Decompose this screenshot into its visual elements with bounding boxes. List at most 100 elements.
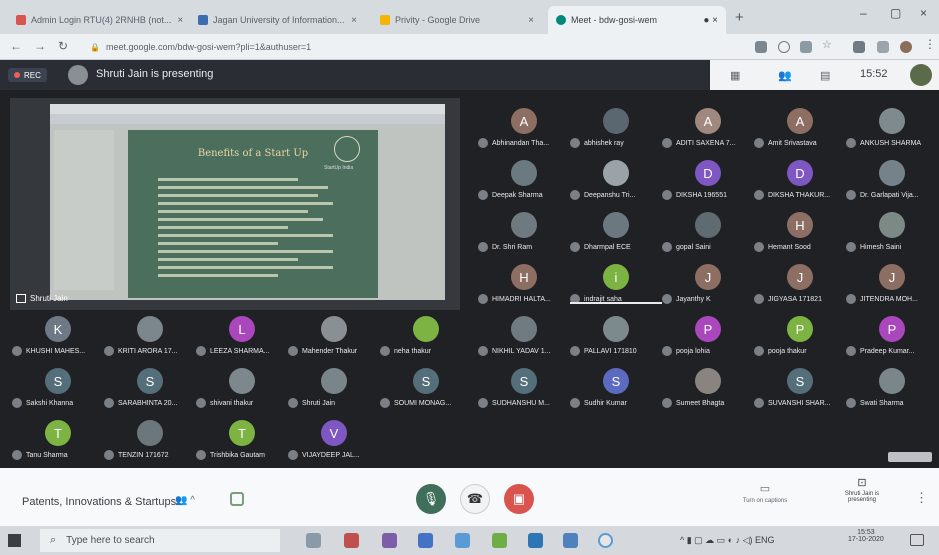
participant-tile[interactable]: Deepanshu Tri... — [570, 156, 662, 206]
star-icon[interactable]: ☆ — [822, 38, 834, 51]
reload-icon[interactable]: ↻ — [58, 39, 68, 53]
chrome-icon[interactable] — [598, 533, 613, 548]
system-tray[interactable]: ^ ▮ ▢ ☁ ▭ ◐ ♪ ◁) ENG — [680, 535, 775, 546]
participant-tile[interactable]: H Hemant Sood — [754, 208, 846, 258]
app-icon[interactable] — [563, 533, 578, 548]
participant-tile[interactable]: D DIKSHA THAKUR... — [754, 156, 846, 206]
captions-button[interactable]: ▭ Turn on captions — [730, 482, 800, 504]
participant-tile[interactable]: Ppooja lohia — [662, 312, 754, 362]
participant-tile[interactable]: S SUVANSHI SHAR... — [754, 364, 846, 414]
grid-icon[interactable]: ▦ — [730, 69, 740, 82]
participant-tile[interactable]: J JITENDRA MOH... — [846, 260, 938, 310]
minimize-icon[interactable]: – — [860, 6, 867, 20]
participant-tile[interactable]: Himesh Saini — [846, 208, 938, 258]
participant-tile[interactable]: D DIKSHA 196551 — [662, 156, 754, 206]
browser-tab[interactable]: Admin Login RTU(4) 2RNHB (not... × — [8, 6, 183, 34]
participant-tile[interactable]: J Jayanthy K — [662, 260, 754, 310]
participant-tile[interactable]: TENZIN 171672 — [104, 416, 196, 466]
windows-start-icon[interactable] — [8, 534, 21, 547]
camera-off-button[interactable]: ▣ — [504, 484, 534, 514]
participant-tile[interactable]: Mahender Thakur — [288, 312, 380, 362]
mic-off-button[interactable]: 🎙 — [416, 484, 446, 514]
more-participants-button[interactable] — [888, 452, 932, 462]
participant-tile[interactable]: H HIMADRI HALTA... — [478, 260, 570, 310]
participant-tile[interactable]: Dr. Garlapati Vija... — [846, 156, 938, 206]
app-icon[interactable] — [492, 533, 507, 548]
participant-tile[interactable]: i indrajit saha — [570, 260, 662, 310]
taskbar-search-field[interactable]: ⌕ Type here to search — [40, 529, 280, 552]
chevron-up-icon[interactable]: 👥 ^ — [175, 495, 195, 506]
participant-tile[interactable]: J JIGYASA 171821 — [754, 260, 846, 310]
chat-icon[interactable]: ▤ — [820, 69, 830, 82]
menu-icon[interactable]: ⋮ — [924, 37, 936, 51]
participant-tile[interactable]: gopal Saini — [662, 208, 754, 258]
app-icon[interactable] — [455, 533, 470, 548]
new-tab-button[interactable]: + — [735, 9, 744, 26]
participant-tile[interactable]: T Tanu Sharma — [12, 416, 104, 466]
taskbar-clock[interactable]: 15:53 17-10-2020 — [848, 529, 884, 543]
participant-tile[interactable]: abhishek ray — [570, 104, 662, 154]
participant-tile[interactable]: Sumeet Bhagta — [662, 364, 754, 414]
participant-tile[interactable]: L LEEZA SHARMA... — [196, 312, 288, 362]
slide-line — [158, 186, 328, 189]
extension-icon[interactable] — [853, 41, 865, 53]
participant-tile[interactable]: Swati Sharma — [846, 364, 938, 414]
app-icon[interactable] — [382, 533, 397, 548]
participant-name: Hemant Sood — [754, 242, 846, 252]
close-icon[interactable]: × — [171, 15, 183, 26]
shield-icon[interactable] — [230, 492, 244, 506]
participant-tile[interactable]: Shruti Jain — [288, 364, 380, 414]
browser-tab-active[interactable]: Meet - bdw-gosi-wem ● × — [548, 6, 726, 34]
participant-tile[interactable]: S SARABHINTA 20... — [104, 364, 196, 414]
browser-tab[interactable]: Privity - Google Drive × — [372, 6, 542, 34]
participant-tile[interactable]: shivani thakur — [196, 364, 288, 414]
leave-call-button[interactable]: ☎ — [460, 484, 490, 514]
extension-icon[interactable] — [800, 41, 812, 53]
meeting-title[interactable]: Patents, Innovations & Startups — [22, 496, 176, 508]
participant-tile[interactable]: Dr. Shri Ram — [478, 208, 570, 258]
participant-name-text: Deepak Sharma — [492, 191, 543, 199]
close-icon[interactable]: × — [522, 15, 534, 26]
present-status-button[interactable]: ⊡ Shruti Jain is presenting — [832, 476, 892, 503]
participant-tile[interactable]: V VIJAYDEEP JAL... — [288, 416, 380, 466]
puzzle-icon[interactable] — [877, 41, 889, 53]
app-icon[interactable] — [528, 533, 543, 548]
participant-tile[interactable]: S Sakshi Khanna — [12, 364, 104, 414]
participant-tile[interactable]: PALLAVI 171810 — [570, 312, 662, 362]
participant-tile[interactable]: A Abhinandan Tha... — [478, 104, 570, 154]
close-window-icon[interactable]: × — [920, 6, 927, 20]
close-icon[interactable]: ● × — [697, 15, 718, 26]
participant-tile[interactable]: K KHUSHI MAHES... — [12, 312, 104, 362]
participant-tile[interactable]: KRITI ARORA 17... — [104, 312, 196, 362]
participant-tile[interactable]: ANKUSH SHARMA — [846, 104, 938, 154]
participant-tile[interactable]: Dharmpal ECE — [570, 208, 662, 258]
presentation-tile[interactable]: Benefits of a Start Up StartUp India Shr… — [10, 98, 460, 310]
search-icon[interactable] — [778, 41, 790, 53]
file-explorer-icon[interactable] — [418, 533, 433, 548]
back-icon[interactable]: ← — [10, 39, 22, 53]
more-options-icon[interactable]: ⋮ — [915, 490, 928, 506]
profile-avatar[interactable] — [900, 41, 912, 53]
participant-tile[interactable]: A ADITI SAXENA 7... — [662, 104, 754, 154]
participant-tile[interactable]: Deepak Sharma — [478, 156, 570, 206]
avatar — [879, 368, 905, 394]
participant-tile[interactable]: neha thakur — [380, 312, 472, 362]
participant-tile[interactable]: A Amit Srivastava — [754, 104, 846, 154]
participant-tile[interactable]: P Pradeep Kumar... — [846, 312, 938, 362]
maximize-icon[interactable]: ▢ — [890, 6, 901, 20]
participant-tile[interactable]: S Sudhir Kumar — [570, 364, 662, 414]
browser-tab[interactable]: Jagan University of Information... × — [190, 6, 365, 34]
participant-tile[interactable]: NIKHIL YADAV 1... — [478, 312, 570, 362]
participant-tile[interactable]: Ppooja thakur — [754, 312, 846, 362]
participant-tile[interactable]: T Trishbika Gautam — [196, 416, 288, 466]
forward-icon[interactable]: → — [34, 39, 46, 53]
participant-tile[interactable]: S SOUMI MONAG... — [380, 364, 472, 414]
close-icon[interactable]: × — [345, 15, 357, 26]
url-field[interactable]: 🔒 meet.google.com/bdw-gosi-wem?pli=1&aut… — [90, 38, 730, 56]
people-icon[interactable]: 👥 — [778, 69, 792, 82]
task-view-icon[interactable] — [306, 533, 321, 548]
camera-icon[interactable] — [755, 41, 767, 53]
app-icon[interactable] — [344, 533, 359, 548]
notification-icon[interactable] — [910, 534, 924, 546]
participant-tile[interactable]: S SUDHANSHU M... — [478, 364, 570, 414]
